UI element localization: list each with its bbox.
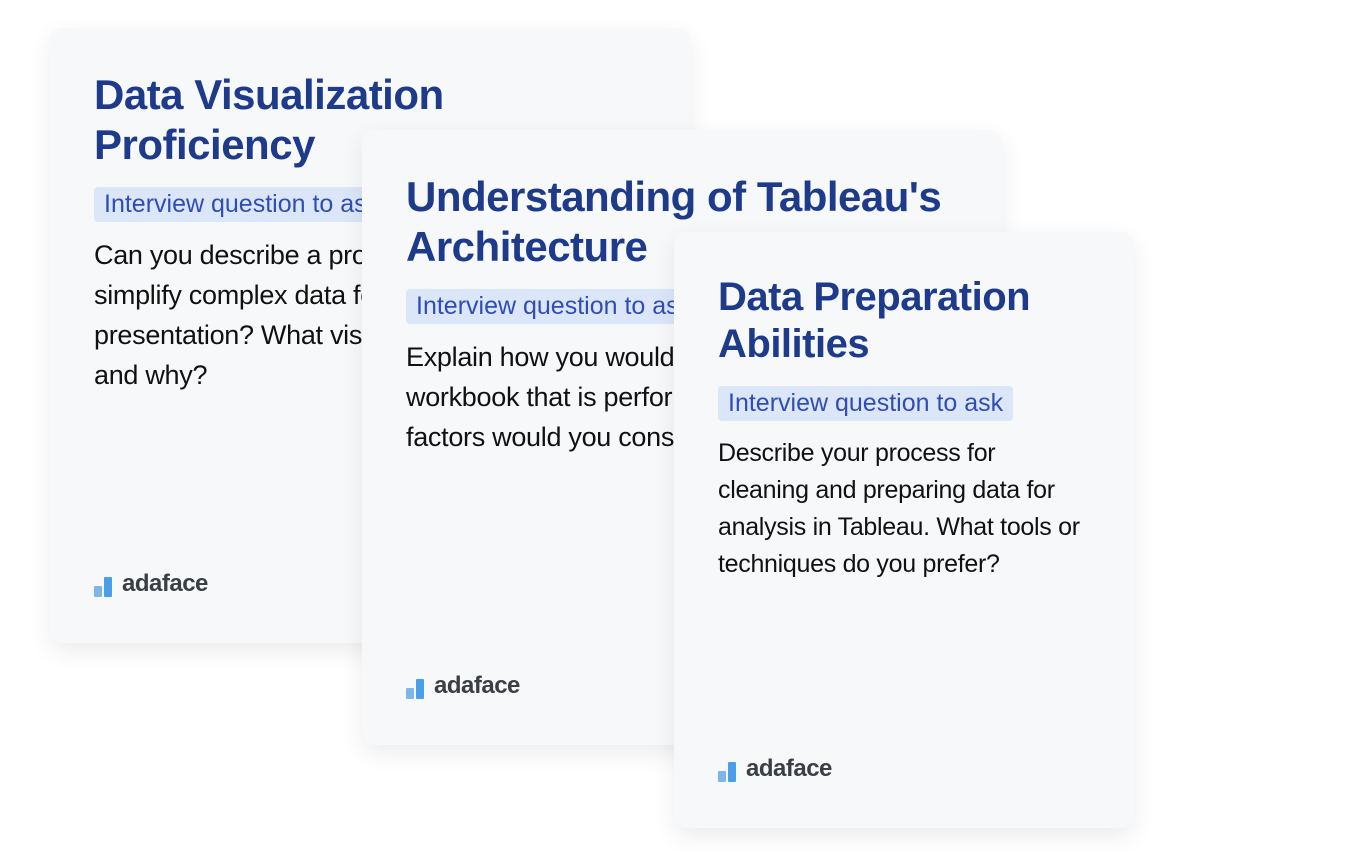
adaface-icon bbox=[406, 677, 424, 699]
brand-logo: adaface bbox=[94, 572, 208, 597]
brand-name: adaface bbox=[746, 757, 832, 782]
interview-badge: Interview question to ask bbox=[406, 289, 701, 324]
adaface-icon bbox=[718, 760, 736, 782]
interview-badge: Interview question to ask bbox=[94, 187, 389, 222]
brand-name: adaface bbox=[122, 572, 208, 597]
brand-logo: adaface bbox=[718, 757, 832, 782]
card-title: Data Preparation Abilities bbox=[718, 274, 1090, 368]
adaface-icon bbox=[94, 575, 112, 597]
brand-name: adaface bbox=[434, 674, 520, 699]
interview-card-3: Data Preparation Abilities Interview que… bbox=[674, 232, 1134, 828]
brand-logo: adaface bbox=[406, 674, 520, 699]
interview-badge: Interview question to ask bbox=[718, 386, 1013, 421]
card-body: Describe your process for cleaning and p… bbox=[718, 435, 1090, 583]
